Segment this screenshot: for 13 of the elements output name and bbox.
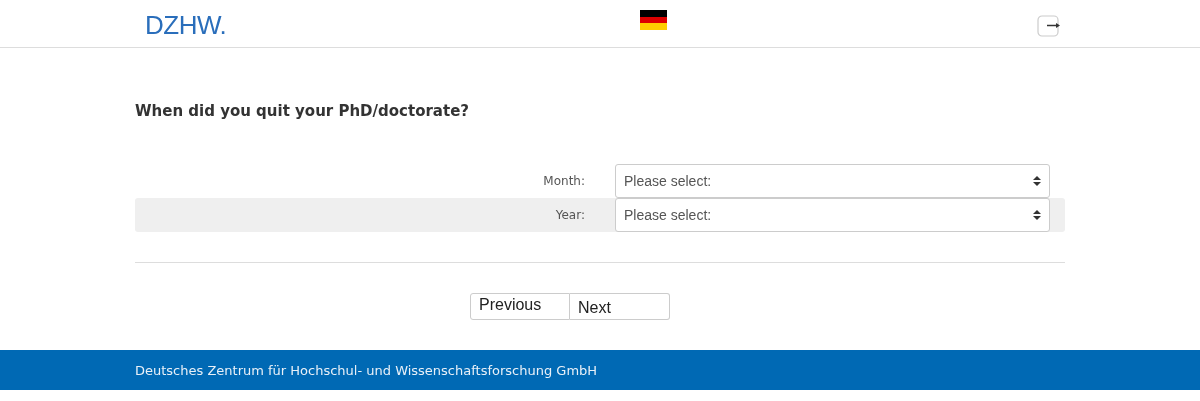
logout-icon[interactable] <box>1037 14 1061 37</box>
question-text: When did you quit your PhD/doctorate? <box>135 101 471 122</box>
logo: DZHW. <box>145 9 227 41</box>
sort-caret-icon <box>1033 175 1041 187</box>
field-label: Month: <box>542 174 585 188</box>
flag-icon[interactable] <box>640 10 667 30</box>
sort-caret-icon <box>1033 209 1041 221</box>
next-button[interactable]: Next <box>570 293 670 320</box>
select-field[interactable]: Please select: <box>615 164 1050 198</box>
footer-text: Deutsches Zentrum für Hochschul- und Wissenschaftsforschung GmbH <box>135 362 598 378</box>
previous-button[interactable]: Previous <box>470 293 570 320</box>
select-field[interactable]: Please select: <box>615 198 1050 232</box>
field-label: Year: <box>554 208 585 222</box>
